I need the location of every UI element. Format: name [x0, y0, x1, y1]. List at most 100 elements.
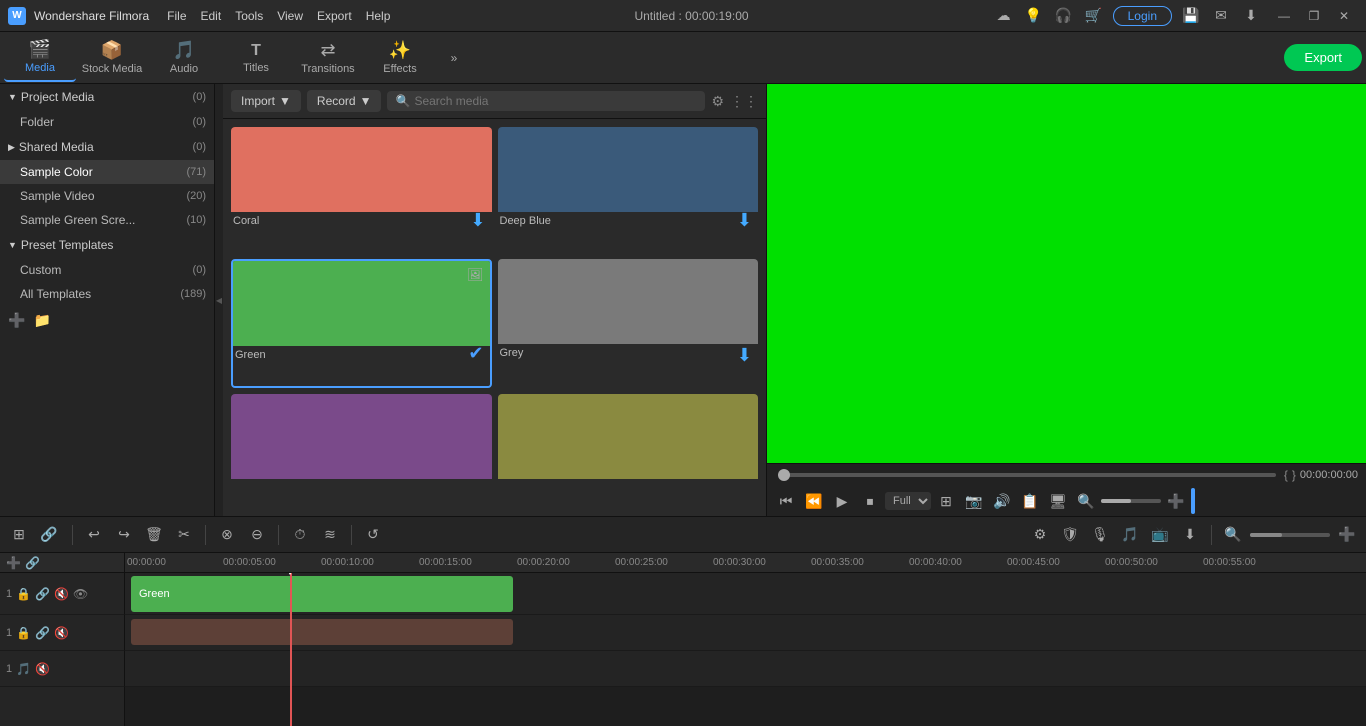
- toolbar-more-button[interactable]: »: [440, 44, 468, 72]
- sample-color-item[interactable]: Sample Color (71): [0, 160, 214, 184]
- delete-button[interactable]: 🗑: [141, 522, 167, 548]
- audio-clip[interactable]: [131, 619, 513, 645]
- media-item-purple[interactable]: [231, 394, 492, 508]
- preset-templates-section[interactable]: ▼ Preset Templates: [0, 232, 214, 258]
- redo-button[interactable]: ↪: [111, 522, 137, 548]
- media-item-deep-blue[interactable]: ⬇ Deep Blue: [498, 127, 759, 253]
- tl-zoom-out[interactable]: 🔍: [1220, 522, 1246, 548]
- track-link-icon-a[interactable]: 🔗: [35, 626, 50, 640]
- tl-import-icon[interactable]: ⬇: [1177, 522, 1203, 548]
- media-item-olive[interactable]: [498, 394, 759, 508]
- toolbar-titles[interactable]: T Titles: [220, 34, 292, 82]
- grid-view-icon[interactable]: ⋮⋮: [730, 93, 758, 110]
- bracket-left-icon[interactable]: {: [1284, 468, 1288, 482]
- toolbar-transitions[interactable]: ⇄ Transitions: [292, 34, 364, 82]
- track-mute-icon[interactable]: 🔇: [54, 587, 69, 601]
- track-mute-icon-m[interactable]: 🔇: [35, 662, 50, 676]
- volume-icon[interactable]: 🔊: [989, 488, 1015, 514]
- media-item-green[interactable]: 🖼 ✔ Green: [231, 259, 492, 389]
- sample-green-screen-item[interactable]: Sample Green Scre... (10): [0, 208, 214, 232]
- timeline-ruler[interactable]: 00:00:00 00:00:05:00 00:00:10:00 00:00:1…: [125, 553, 1366, 573]
- track-lock-icon-a[interactable]: 🔒: [16, 626, 31, 640]
- filter-icon[interactable]: ⚙: [711, 93, 724, 110]
- minimize-button[interactable]: —: [1270, 5, 1298, 27]
- menu-edit[interactable]: Edit: [201, 9, 222, 23]
- import-button[interactable]: Import ▼: [231, 90, 301, 112]
- track-lock-icon[interactable]: 🔒: [16, 587, 31, 601]
- gift-icon[interactable]: 🛒: [1083, 5, 1105, 27]
- track-lock-icon-m[interactable]: 🎵: [16, 662, 31, 676]
- toolbar-stock-media[interactable]: 📦 Stock Media: [76, 34, 148, 82]
- zoom-select[interactable]: Full: [885, 492, 931, 510]
- message-icon[interactable]: ✉: [1210, 5, 1232, 27]
- save-icon[interactable]: 💾: [1180, 5, 1202, 27]
- video-track[interactable]: Green: [125, 573, 1366, 615]
- zoom-out-icon[interactable]: 🔍: [1073, 488, 1099, 514]
- toolbar-audio[interactable]: 🎵 Audio: [148, 34, 220, 82]
- add-folder-icon[interactable]: ➕: [8, 312, 25, 329]
- stop-button[interactable]: ⏹: [857, 488, 883, 514]
- skip-back-button[interactable]: ⏮: [773, 488, 799, 514]
- track-eye-icon[interactable]: 👁: [73, 587, 88, 601]
- audio-wave-button[interactable]: ≋: [317, 522, 343, 548]
- playlist-icon[interactable]: 📋: [1017, 488, 1043, 514]
- video-clip-green[interactable]: Green: [131, 576, 513, 612]
- progress-thumb[interactable]: [778, 469, 790, 481]
- tl-zoom-in[interactable]: ➕: [1334, 522, 1360, 548]
- menu-export[interactable]: Export: [317, 9, 352, 23]
- bracket-right-icon[interactable]: }: [1292, 468, 1296, 482]
- maximize-button[interactable]: ❐: [1300, 5, 1328, 27]
- ripple-button[interactable]: ⊖: [244, 522, 270, 548]
- tl-settings-icon[interactable]: ⚙: [1027, 522, 1053, 548]
- menu-tools[interactable]: Tools: [235, 9, 263, 23]
- menu-view[interactable]: View: [277, 9, 303, 23]
- media-item-grey[interactable]: ⬇ Grey: [498, 259, 759, 389]
- transition-button[interactable]: ↺: [360, 522, 386, 548]
- volume-slider[interactable]: [1101, 499, 1161, 503]
- toolbar-media[interactable]: 🎬 Media: [4, 34, 76, 82]
- menu-help[interactable]: Help: [366, 9, 391, 23]
- play-button[interactable]: ▶: [829, 488, 855, 514]
- zoom-in-icon[interactable]: ➕: [1163, 488, 1189, 514]
- undo-button[interactable]: ↩: [81, 522, 107, 548]
- panel-divider[interactable]: [215, 84, 223, 516]
- close-button[interactable]: ✕: [1330, 5, 1358, 27]
- search-input[interactable]: [414, 94, 697, 108]
- bulb-icon[interactable]: 💡: [1023, 5, 1045, 27]
- track-mute-icon-a[interactable]: 🔇: [54, 626, 69, 640]
- add-track-icon[interactable]: ➕: [6, 556, 21, 570]
- media-item-coral[interactable]: ⬇ Coral: [231, 127, 492, 253]
- speed-button[interactable]: ⏱: [287, 522, 313, 548]
- timeline-grid-button[interactable]: ⊞: [6, 522, 32, 548]
- download-icon[interactable]: ⬇: [1240, 5, 1262, 27]
- clip-marker-button[interactable]: ⊗: [214, 522, 240, 548]
- split-view-icon[interactable]: ⊞: [933, 488, 959, 514]
- folder-icon[interactable]: 📁: [33, 312, 50, 329]
- record-button[interactable]: Record ▼: [307, 90, 382, 112]
- menu-file[interactable]: File: [167, 9, 186, 23]
- tl-mic-icon[interactable]: 🎙: [1087, 522, 1113, 548]
- sample-video-item[interactable]: Sample Video (20): [0, 184, 214, 208]
- project-media-section[interactable]: ▼ Project Media (0): [0, 84, 214, 110]
- preview-progress-bar[interactable]: [779, 473, 1276, 477]
- tl-screen-icon[interactable]: 📺: [1147, 522, 1173, 548]
- all-templates-item[interactable]: All Templates (189): [0, 282, 214, 306]
- login-button[interactable]: Login: [1113, 6, 1172, 26]
- track-link-icon[interactable]: 🔗: [25, 556, 40, 570]
- step-back-button[interactable]: ⏪: [801, 488, 827, 514]
- track-link-icon[interactable]: 🔗: [35, 587, 50, 601]
- tl-music-icon[interactable]: 🎵: [1117, 522, 1143, 548]
- screenshot-icon[interactable]: 📷: [961, 488, 987, 514]
- headset-icon[interactable]: 🎧: [1053, 5, 1075, 27]
- export-button[interactable]: Export: [1284, 44, 1362, 71]
- tl-zoom-slider[interactable]: [1250, 533, 1330, 537]
- audio-track[interactable]: [125, 615, 1366, 651]
- custom-item[interactable]: Custom (0): [0, 258, 214, 282]
- cut-button[interactable]: ✂: [171, 522, 197, 548]
- display-icon[interactable]: 🖥: [1045, 488, 1071, 514]
- shared-media-section[interactable]: ▶ Shared Media (0): [0, 134, 214, 160]
- cloud-icon[interactable]: ☁: [993, 5, 1015, 27]
- music-track[interactable]: [125, 651, 1366, 687]
- folder-item[interactable]: Folder (0): [0, 110, 214, 134]
- tl-voice-icon[interactable]: 🛡: [1057, 522, 1083, 548]
